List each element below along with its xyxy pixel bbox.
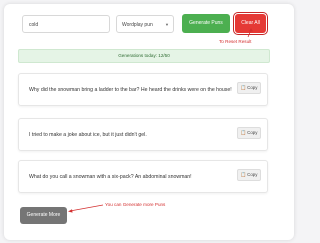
copy-label: Copy <box>247 130 258 135</box>
joke-text: Why did the snowman bring a ladder to th… <box>29 87 232 93</box>
copy-button[interactable]: 📋Copy <box>237 82 261 94</box>
joke-card: What do you call a snowman with a six-pa… <box>18 160 268 193</box>
copy-button[interactable]: 📋Copy <box>237 127 261 139</box>
reset-annotation: To Reset Result <box>219 39 252 44</box>
clear-all-button[interactable]: Clear All <box>233 12 268 35</box>
topic-input[interactable]: cold <box>22 15 110 33</box>
style-select-value: Wordplay pun <box>122 22 153 28</box>
generate-more-button[interactable]: Generate More <box>20 207 67 224</box>
generate-puns-button[interactable]: Generate Puns <box>182 14 230 33</box>
copy-button[interactable]: 📋Copy <box>237 169 261 181</box>
copy-label: Copy <box>247 172 258 177</box>
clipboard-icon: 📋 <box>240 130 247 135</box>
chevron-down-icon: ▼ <box>165 22 169 27</box>
style-select[interactable]: Wordplay pun ▼ <box>116 15 174 33</box>
joke-card: I tried to make a joke about ice, but it… <box>18 118 268 151</box>
clipboard-icon: 📋 <box>240 85 247 90</box>
generate-more-annotation: You can Generate more Puns <box>105 202 166 207</box>
joke-card: Why did the snowman bring a ladder to th… <box>18 73 268 106</box>
copy-label: Copy <box>247 85 258 90</box>
generations-banner: Generations today: 12/50 <box>18 49 270 63</box>
clipboard-icon: 📋 <box>240 172 247 177</box>
joke-text: What do you call a snowman with a six-pa… <box>29 174 192 180</box>
joke-text: I tried to make a joke about ice, but it… <box>29 132 147 138</box>
